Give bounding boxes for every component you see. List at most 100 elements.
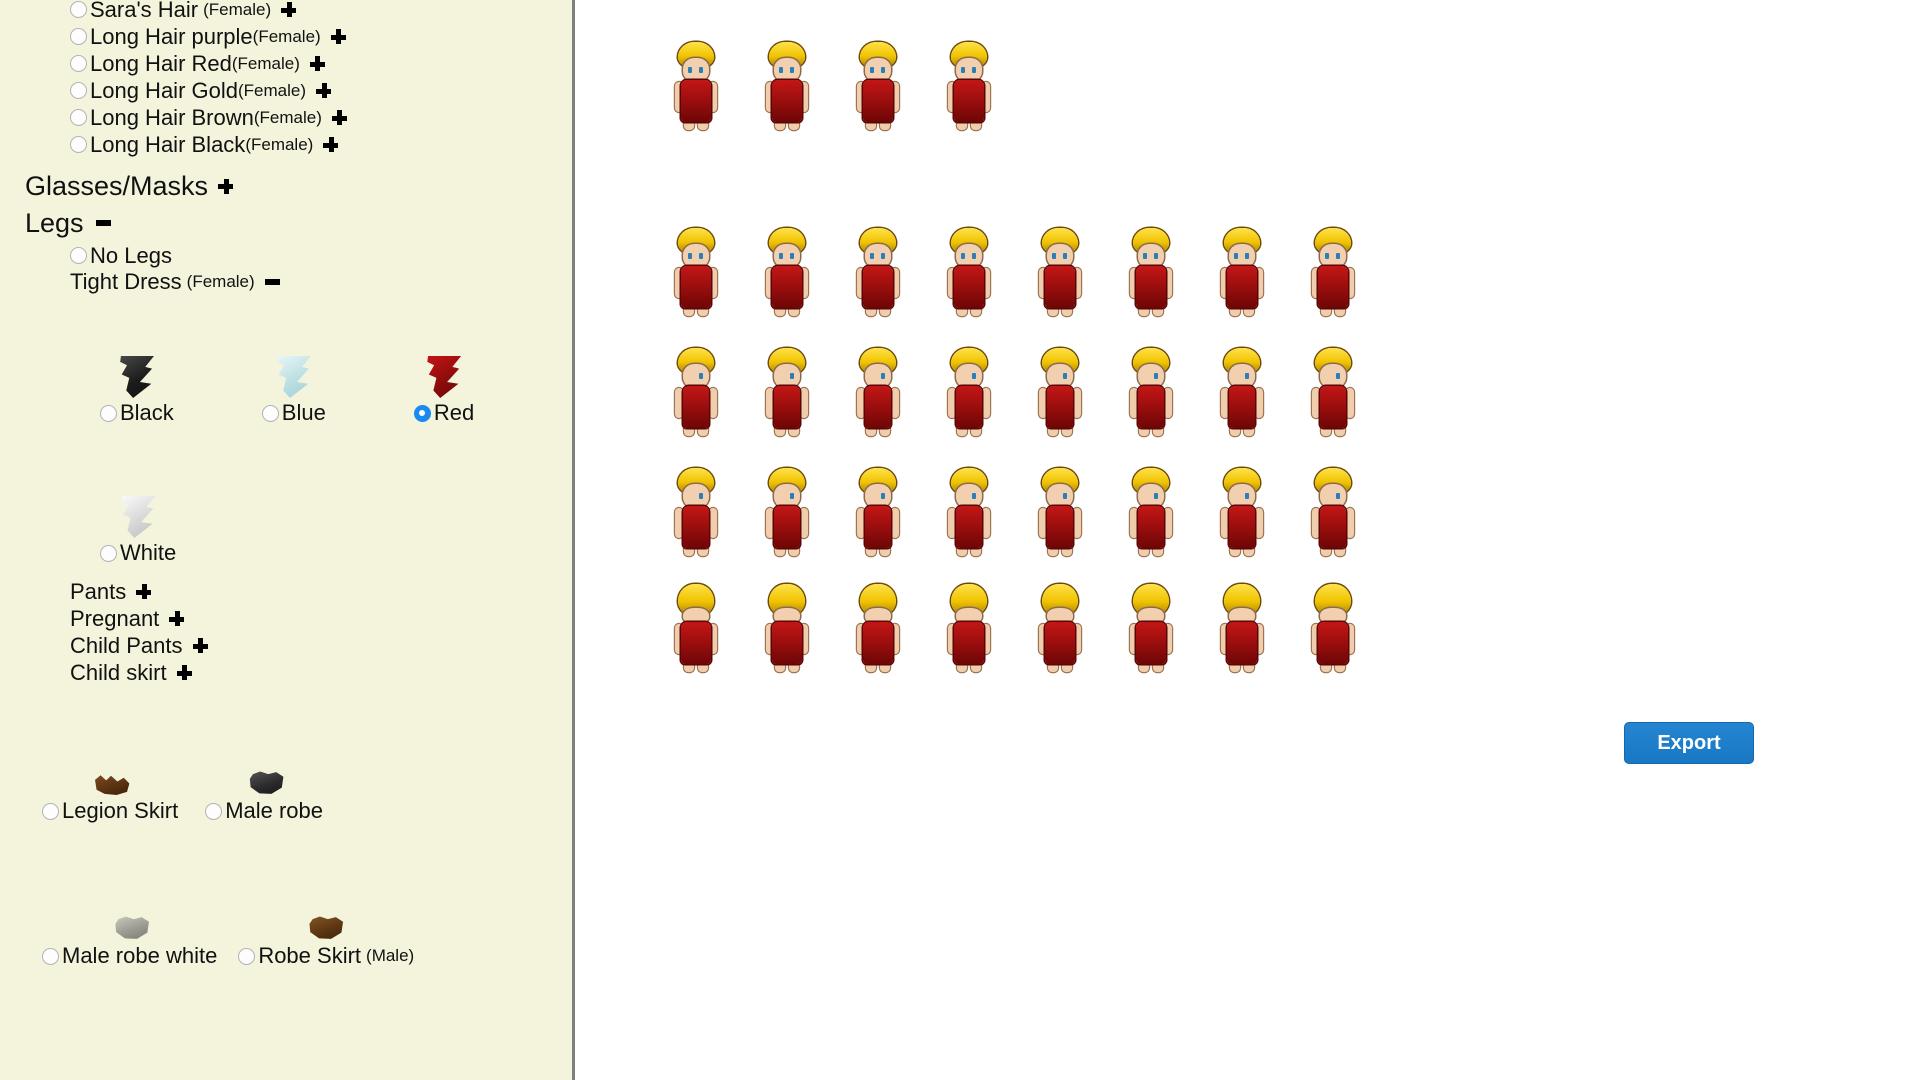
radio-skirt-option[interactable] [42, 947, 59, 965]
arm-right [1255, 388, 1263, 418]
dress-color-pick[interactable]: Blue [261, 402, 326, 424]
expand-plus-icon[interactable] [136, 584, 152, 599]
clothing-section-row[interactable]: Pants [70, 578, 208, 605]
eye-right [881, 373, 885, 379]
eye-left [688, 253, 692, 259]
radio-no-legs[interactable] [70, 247, 87, 264]
skirt-options-row-1[interactable]: Legion Skirt Male robe [42, 760, 328, 822]
eye-left [961, 67, 965, 73]
option-no-legs[interactable]: No Legs [70, 242, 172, 269]
character-sprite [759, 36, 815, 132]
character-sprite [1123, 578, 1179, 674]
character-sprite [850, 222, 906, 318]
options-sidebar[interactable]: Sara's Hair (Female) Long Hair purple (Fema… [0, 0, 575, 1080]
hair-option-suffix: (Female) [203, 0, 272, 19]
hair-option-row[interactable]: Long Hair Black (Female) [70, 131, 347, 158]
expand-plus-icon[interactable] [218, 178, 234, 194]
head-layer [956, 244, 982, 268]
clothing-section-row[interactable]: Child skirt [70, 659, 208, 686]
collapse-minus-icon[interactable] [264, 278, 280, 285]
radio-dress-color[interactable] [100, 404, 117, 422]
character-sprite [1032, 342, 1088, 438]
hair-option-row[interactable]: Long Hair Red (Female) [70, 50, 347, 77]
clothing-section-row[interactable]: Pregnant [70, 605, 208, 632]
dress-color-pick[interactable]: Black [100, 402, 174, 424]
character-sprite [1214, 342, 1270, 438]
expand-plus-icon[interactable] [330, 29, 346, 44]
clothing-section-label: Child Pants [70, 632, 183, 658]
skirt-option-pick[interactable]: Male robe white [42, 945, 222, 967]
section-tight-dress[interactable]: Tight Dress (Female) [70, 268, 280, 295]
skirt-option-pick[interactable]: Robe Skirt (Male) [238, 945, 414, 967]
arm-right [982, 388, 990, 418]
radio-hair-option[interactable] [70, 136, 87, 153]
eye-right [1063, 493, 1067, 499]
section-glasses-masks[interactable]: Glasses/Masks [25, 170, 234, 202]
head-layer [683, 58, 709, 82]
skirt-option-chooser[interactable]: Male robe white [42, 905, 222, 967]
dress-color-chooser[interactable]: Blue [261, 348, 326, 424]
dress-color-chooser[interactable]: White [100, 488, 176, 564]
eye-left [1234, 253, 1238, 259]
radio-skirt-option[interactable] [42, 802, 59, 820]
skirt-options-row-2[interactable]: Male robe white Robe Skirt (Male) [42, 905, 414, 967]
sprite-row [668, 462, 1396, 558]
arm-right [1346, 508, 1354, 538]
skirt-option-chooser[interactable]: Robe Skirt (Male) [238, 905, 414, 967]
dress-color-pick[interactable]: Red [413, 402, 474, 424]
dress-preview-icon [118, 348, 156, 398]
hair-option-row[interactable]: Sara's Hair (Female) [70, 0, 347, 23]
expand-plus-icon[interactable] [192, 638, 208, 653]
collapse-minus-icon[interactable] [95, 220, 111, 226]
arm-right [1164, 508, 1172, 538]
hair-option-label: Long Hair Red [90, 50, 232, 76]
character-sprite [1123, 222, 1179, 318]
hair-option-row[interactable]: Long Hair purple (Female) [70, 23, 347, 50]
expand-plus-icon[interactable] [176, 665, 192, 680]
expand-plus-icon[interactable] [309, 56, 325, 71]
character-sprite [759, 342, 815, 438]
radio-hair-option[interactable] [70, 109, 87, 126]
hair-option-row[interactable]: Long Hair Gold (Female) [70, 77, 347, 104]
radio-dress-color[interactable] [413, 404, 431, 422]
expand-plus-icon[interactable] [316, 83, 331, 98]
dress-color-chooser[interactable]: Black [100, 348, 174, 424]
section-legs[interactable]: Legs [25, 207, 111, 239]
arm-left [857, 508, 865, 538]
skirt-option-chooser[interactable]: Male robe [205, 760, 328, 822]
expand-plus-icon[interactable] [323, 137, 339, 152]
dress-color-chooser-row[interactable]: Black Blue Red [100, 348, 562, 424]
dress-layer [956, 386, 982, 428]
eye-right [972, 373, 976, 379]
radio-hair-option[interactable] [70, 28, 87, 45]
dress-layer [1138, 386, 1164, 428]
export-button[interactable]: Export [1624, 722, 1754, 764]
eye-right [881, 253, 885, 259]
robe-skirt-icon [309, 916, 344, 939]
radio-hair-option[interactable] [70, 82, 87, 99]
expand-plus-icon[interactable] [331, 110, 347, 125]
radio-hair-option[interactable] [70, 55, 87, 72]
dress-color-chooser-row-2[interactable]: White [100, 488, 264, 564]
radio-hair-option[interactable] [70, 1, 87, 18]
arm-right [891, 388, 899, 418]
skirt-option-pick[interactable]: Legion Skirt [42, 800, 183, 822]
clothing-section-row[interactable]: Child Pants [70, 632, 208, 659]
dress-color-chooser[interactable]: Red [413, 348, 474, 424]
head-layer [865, 484, 891, 508]
radio-dress-color[interactable] [100, 544, 117, 562]
dress-color-pick[interactable]: White [100, 542, 176, 564]
radio-dress-color[interactable] [261, 404, 279, 422]
hair-options-list: Sara's Hair (Female) Long Hair purple (Fema… [70, 0, 347, 158]
radio-skirt-option[interactable] [205, 802, 223, 820]
dress-layer [1229, 386, 1255, 428]
expand-plus-icon[interactable] [169, 611, 185, 626]
eye-left [1143, 253, 1147, 259]
expand-plus-icon[interactable] [281, 2, 297, 17]
hair-option-row[interactable]: Long Hair Brown (Female) [70, 104, 347, 131]
arm-right [709, 388, 717, 418]
radio-skirt-option[interactable] [238, 947, 256, 965]
skirt-option-pick[interactable]: Male robe [205, 800, 328, 822]
eye-left [688, 67, 692, 73]
skirt-option-chooser[interactable]: Legion Skirt [42, 760, 183, 822]
